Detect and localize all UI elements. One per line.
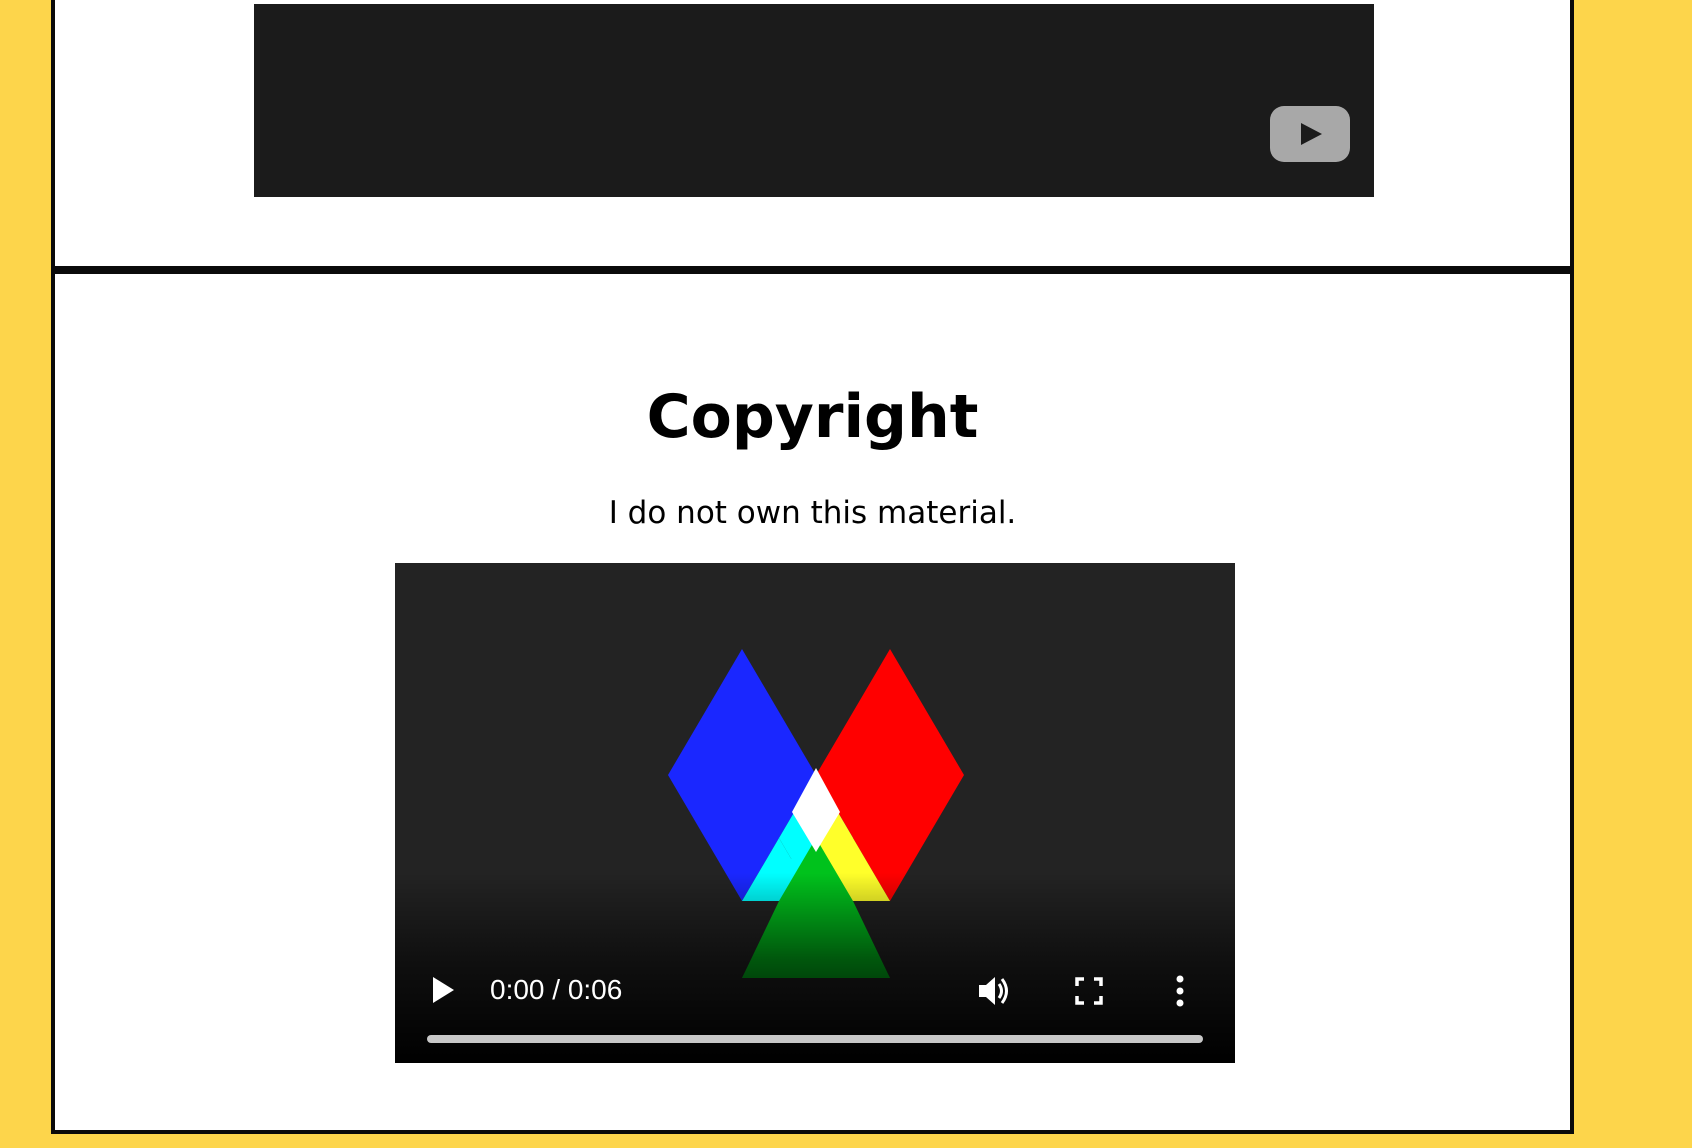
more-options-button[interactable] — [1172, 973, 1188, 1009]
video-controls: 0:00 / 0:06 — [395, 943, 1235, 1063]
time-display: 0:00 / 0:06 — [490, 974, 623, 1005]
video-section-panel — [51, 0, 1574, 270]
play-icon — [433, 977, 454, 1003]
video-player[interactable]: 0:00 / 0:06 — [395, 563, 1235, 1063]
youtube-play-button[interactable] — [1270, 106, 1350, 162]
youtube-play-icon — [1301, 123, 1322, 145]
copyright-heading: Copyright — [646, 382, 979, 452]
copyright-section-panel: Copyright I do not own this material. 0:… — [51, 270, 1574, 1134]
volume-button[interactable] — [975, 972, 1013, 1010]
fullscreen-button[interactable] — [1072, 974, 1106, 1008]
progress-bar[interactable] — [427, 1035, 1203, 1043]
volume-icon — [979, 977, 1008, 1005]
play-button[interactable] — [425, 973, 459, 1007]
more-options-icon — [1176, 975, 1184, 1007]
youtube-embed[interactable] — [254, 4, 1374, 197]
fullscreen-icon — [1075, 977, 1103, 1005]
copyright-text: I do not own this material. — [608, 495, 1017, 531]
